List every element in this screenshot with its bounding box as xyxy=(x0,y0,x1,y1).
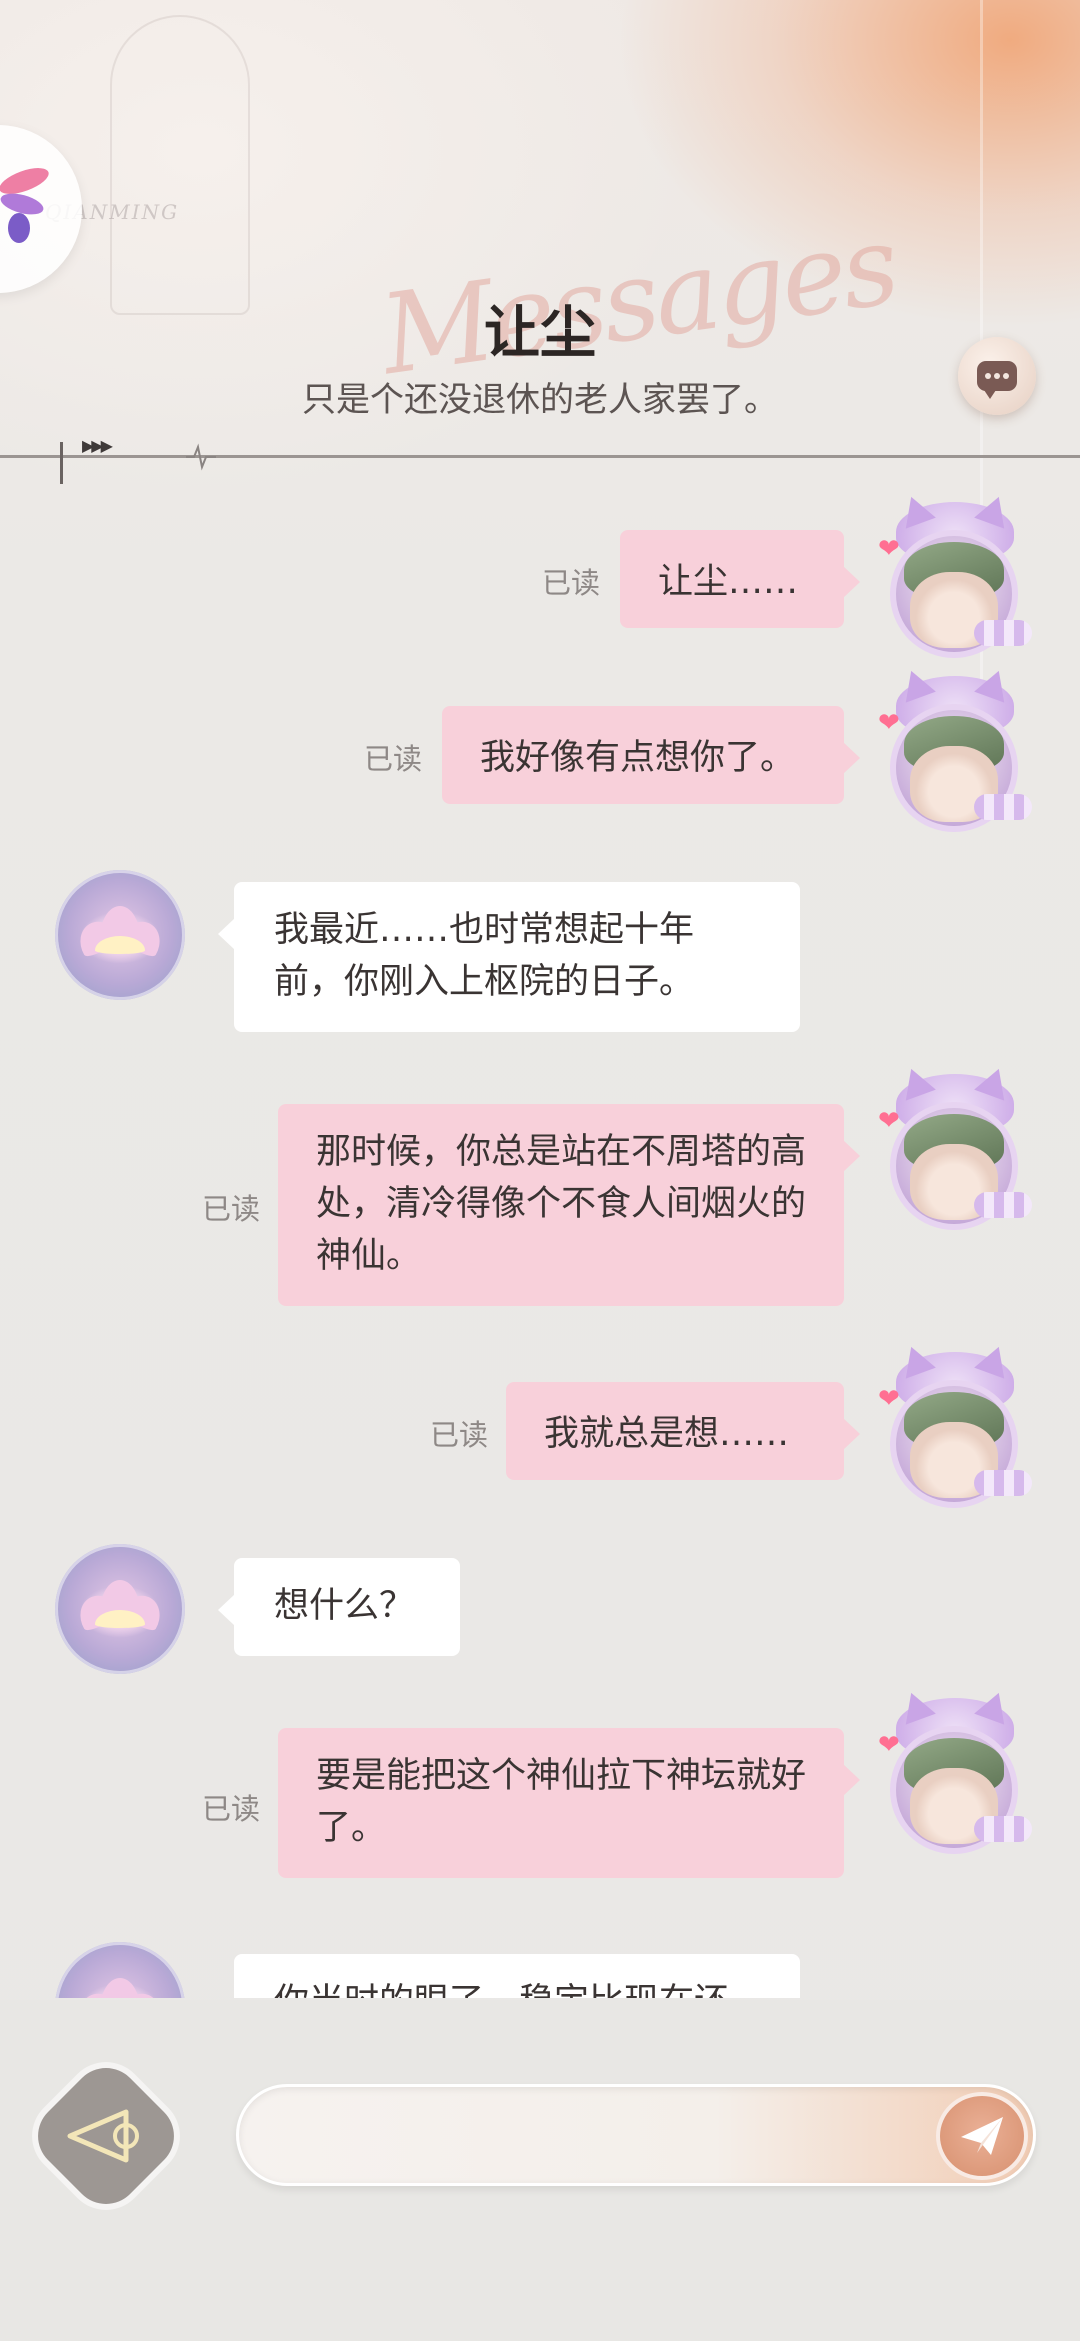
contact-avatar[interactable] xyxy=(55,1942,185,1998)
waveform-icon xyxy=(186,443,216,471)
read-status: 已读 xyxy=(542,566,601,600)
contact-avatar[interactable] xyxy=(55,870,185,1000)
my-avatar[interactable]: ❤ xyxy=(878,1341,1032,1512)
header-divider xyxy=(0,455,1080,458)
send-button[interactable] xyxy=(936,2092,1028,2180)
my-avatar[interactable]: ❤ xyxy=(878,665,1032,836)
message-bubble-received[interactable]: 你当时的眼了，稳定比现在还 xyxy=(234,1954,800,1998)
read-status: 已读 xyxy=(364,742,423,776)
message-bubble-sent[interactable]: 要是能把这个神仙拉下神坛就好了。 xyxy=(278,1728,860,1878)
message-bubble-sent[interactable]: 那时候，你总是站在不周塔的高处，清冷得像个不食人间烟火的神仙。 xyxy=(278,1104,860,1306)
message-input[interactable] xyxy=(236,2084,1036,2186)
speech-bubble-icon xyxy=(977,361,1017,399)
message-bubble-sent[interactable]: 我好像有点想你了。 xyxy=(442,706,860,804)
message-bubble-sent[interactable]: 我就总是想…… xyxy=(506,1382,860,1480)
my-avatar[interactable]: ❤ xyxy=(878,1063,1032,1234)
contact-signature: 只是个还没退休的老人家罢了。 xyxy=(302,380,778,420)
read-status: 已读 xyxy=(202,1792,261,1826)
my-avatar[interactable]: ❤ xyxy=(878,1687,1032,1858)
my-avatar[interactable]: ❤ xyxy=(878,491,1032,662)
message-bubble-sent[interactable]: 让尘…… xyxy=(620,530,860,628)
message-bubble-received[interactable]: 想什么？ xyxy=(218,1558,460,1656)
paper-plane-icon xyxy=(961,2117,1003,2155)
contact-name: 让尘 xyxy=(484,300,596,366)
message-bubble-received[interactable]: 我最近……也时常想起十年前，你刚入上枢院的日子。 xyxy=(218,882,800,1032)
read-status: 已读 xyxy=(202,1192,261,1226)
play-arrows-icon: ▶▶▶ xyxy=(82,436,113,455)
contact-avatar[interactable] xyxy=(55,1544,185,1674)
decorative-ring xyxy=(110,15,250,315)
message-list[interactable]: 已读 让尘…… ❤ 已读 我好像有点想你了。 ❤ 我最近……也时常想起十年前，你… xyxy=(0,470,1080,1998)
triangle-back-icon xyxy=(67,2109,139,2163)
chat-options-button[interactable] xyxy=(958,337,1036,415)
read-status: 已读 xyxy=(430,1418,489,1452)
